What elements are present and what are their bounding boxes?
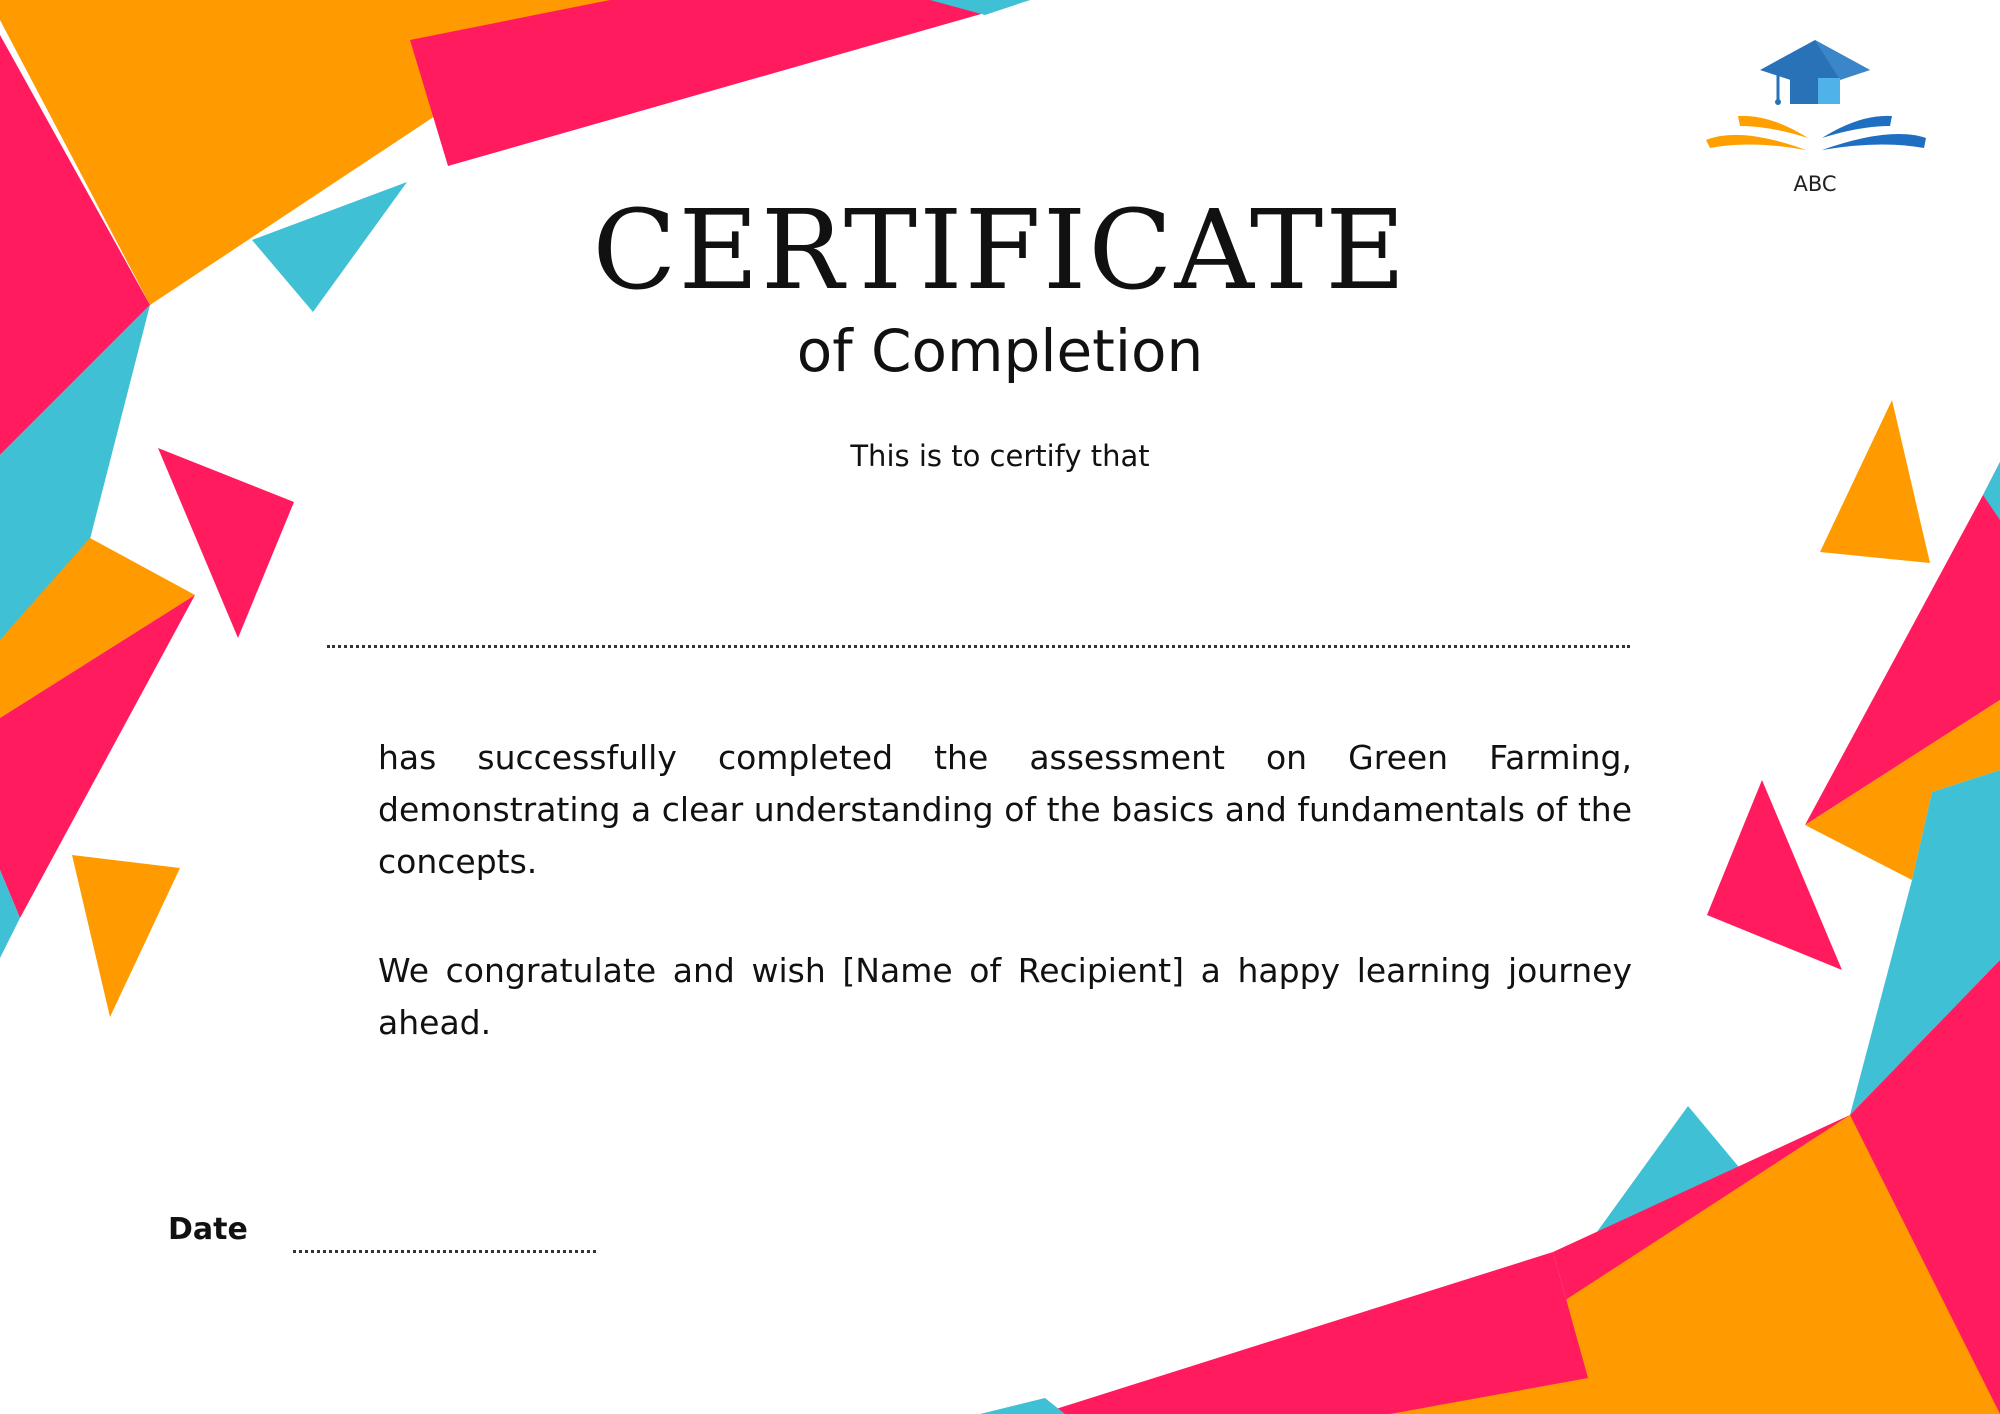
certify-intro: This is to certify that [850, 439, 1150, 473]
recipient-name-line [327, 645, 1630, 648]
date-line [293, 1250, 596, 1253]
certificate-subtitle: of Completion [796, 317, 1204, 385]
completion-paragraph: has successfully completed the assessmen… [378, 738, 1632, 881]
date-label: Date [168, 1212, 248, 1247]
certificate-page: ABC CERTIFICATE of Completion This is to… [0, 0, 2000, 1414]
graduation-cap-book-icon [1706, 40, 1926, 150]
congratulation-paragraph: We congratulate and wish [Name of Recipi… [378, 951, 1632, 1042]
logo: ABC [1700, 30, 1930, 200]
certificate-title: CERTIFICATE [592, 186, 1408, 314]
